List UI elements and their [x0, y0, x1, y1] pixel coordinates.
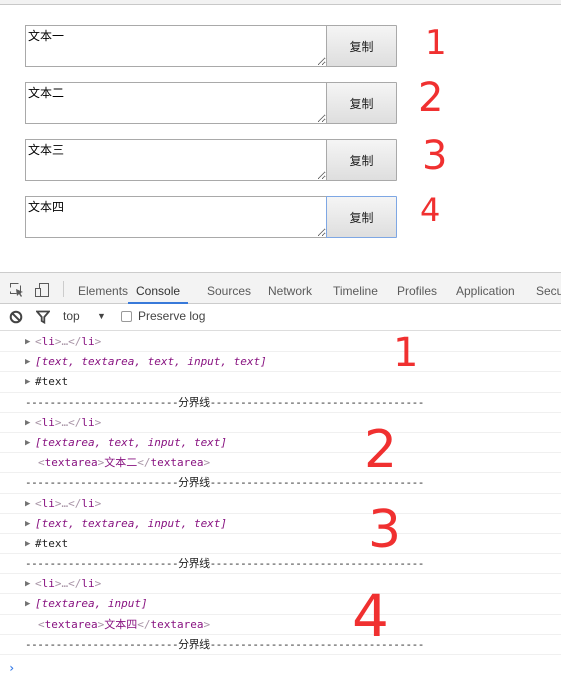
- preserve-log-checkbox[interactable]: [121, 311, 132, 322]
- array-output[interactable]: [text, textarea, input, text]: [35, 514, 227, 534]
- tab-security[interactable]: Secu: [536, 273, 561, 304]
- page-content: 文本一 复制 文本二 复制 文本三 复制 文本四 复制 1 2 3 4: [0, 5, 561, 271]
- text-row-4: 文本四 复制: [25, 196, 398, 238]
- expand-triangle-icon[interactable]: ▶: [25, 413, 30, 433]
- context-dropdown-icon[interactable]: ▼: [97, 311, 106, 321]
- textarea-1[interactable]: 文本一: [25, 25, 327, 67]
- console-line: -------------------------分界线------------…: [0, 393, 561, 413]
- textarea-element-output[interactable]: <textarea>文本四</textarea>: [38, 615, 210, 635]
- prompt-chevron-icon: ›: [8, 661, 16, 675]
- console-line: ▶ #text: [0, 534, 561, 555]
- expand-triangle-icon[interactable]: ▶: [25, 352, 30, 372]
- console-line: ▶ <li>…</li>: [0, 413, 561, 433]
- tab-application[interactable]: Application: [456, 273, 515, 304]
- separator-output: -------------------------分界线------------…: [25, 395, 424, 409]
- separator-output: -------------------------分界线------------…: [25, 476, 424, 490]
- devtools-tabbar: Elements Console Sources Network Timelin…: [0, 272, 561, 304]
- expand-triangle-icon[interactable]: ▶: [25, 594, 30, 614]
- console-line: ▶ #text: [0, 372, 561, 393]
- clear-console-icon[interactable]: [9, 310, 23, 327]
- li-element[interactable]: <li>…</li>: [35, 413, 101, 433]
- array-output[interactable]: [textarea, input]: [35, 594, 148, 614]
- expand-triangle-icon[interactable]: ▶: [25, 332, 30, 352]
- text-row-2: 文本二 复制: [25, 82, 398, 124]
- console-line: ▶ <li>…</li>: [0, 494, 561, 514]
- tab-sources[interactable]: Sources: [207, 273, 251, 304]
- annotation-4: 4: [420, 191, 441, 229]
- tab-console[interactable]: Console: [128, 273, 189, 304]
- array-output[interactable]: [text, textarea, text, input, text]: [35, 352, 267, 372]
- li-element[interactable]: <li>…</li>: [35, 332, 101, 352]
- console-line: ▶ [textarea, text, input, text]: [0, 433, 561, 454]
- copy-button-4[interactable]: 复制: [326, 196, 397, 238]
- context-selector[interactable]: top: [63, 309, 80, 323]
- tab-timeline[interactable]: Timeline: [333, 273, 378, 304]
- devtools-panel: Elements Console Sources Network Timelin…: [0, 272, 561, 694]
- tab-network[interactable]: Network: [268, 273, 312, 304]
- array-output[interactable]: [textarea, text, input, text]: [35, 433, 227, 453]
- expand-triangle-icon[interactable]: ▶: [25, 494, 30, 514]
- annotation-2: 2: [418, 75, 444, 121]
- console-line: ▶ [text, textarea, text, input, text]: [0, 352, 561, 373]
- device-toolbar-icon[interactable]: [34, 282, 50, 298]
- tab-elements[interactable]: Elements: [78, 273, 128, 304]
- console-line: <textarea>文本四</textarea>: [0, 615, 561, 635]
- console-line: <textarea>文本二</textarea>: [0, 453, 561, 474]
- console-line: ▶ [text, textarea, input, text]: [0, 514, 561, 534]
- expand-triangle-icon[interactable]: ▶: [25, 372, 30, 392]
- console-prompt-line[interactable]: ›: [0, 655, 561, 685]
- toolbar-divider: [63, 281, 64, 297]
- copy-button-3[interactable]: 复制: [326, 139, 397, 181]
- separator-output: -------------------------分界线------------…: [25, 637, 424, 651]
- li-element[interactable]: <li>…</li>: [35, 574, 101, 594]
- expand-triangle-icon[interactable]: ▶: [25, 534, 30, 554]
- textarea-4[interactable]: 文本四: [25, 196, 327, 238]
- expand-triangle-icon[interactable]: ▶: [25, 433, 30, 453]
- text-row-1: 文本一 复制: [25, 25, 398, 67]
- console-line: ▶ <li>…</li>: [0, 574, 561, 595]
- li-element[interactable]: <li>…</li>: [35, 494, 101, 514]
- console-line: ▶ <li>…</li>: [0, 332, 561, 353]
- text-node-output[interactable]: #text: [35, 534, 68, 554]
- textarea-2[interactable]: 文本二: [25, 82, 327, 124]
- text-row-3: 文本三 复制: [25, 139, 398, 181]
- annotation-1: 1: [425, 23, 447, 63]
- console-output: ▶ <li>…</li> ▶ [text, textarea, text, in…: [0, 332, 561, 685]
- console-line: -------------------------分界线------------…: [0, 473, 561, 494]
- filter-icon[interactable]: [35, 310, 51, 327]
- annotation-3: 3: [422, 133, 448, 179]
- tab-profiles[interactable]: Profiles: [397, 273, 437, 304]
- separator-output: -------------------------分界线------------…: [25, 557, 424, 571]
- inspect-element-icon[interactable]: [9, 282, 25, 298]
- expand-triangle-icon[interactable]: ▶: [25, 514, 30, 534]
- textarea-3[interactable]: 文本三: [25, 139, 327, 181]
- textarea-element-output[interactable]: <textarea>文本二</textarea>: [38, 453, 210, 473]
- console-line: -------------------------分界线------------…: [0, 635, 561, 655]
- preserve-log-label: Preserve log: [138, 309, 206, 323]
- console-line: -------------------------分界线------------…: [0, 554, 561, 575]
- expand-triangle-icon[interactable]: ▶: [25, 574, 30, 594]
- console-line: ▶ [textarea, input]: [0, 594, 561, 615]
- text-node-output[interactable]: #text: [35, 372, 68, 392]
- copy-button-1[interactable]: 复制: [326, 25, 397, 67]
- copy-button-2[interactable]: 复制: [326, 82, 397, 124]
- console-filterbar: top ▼ Preserve log: [0, 304, 561, 331]
